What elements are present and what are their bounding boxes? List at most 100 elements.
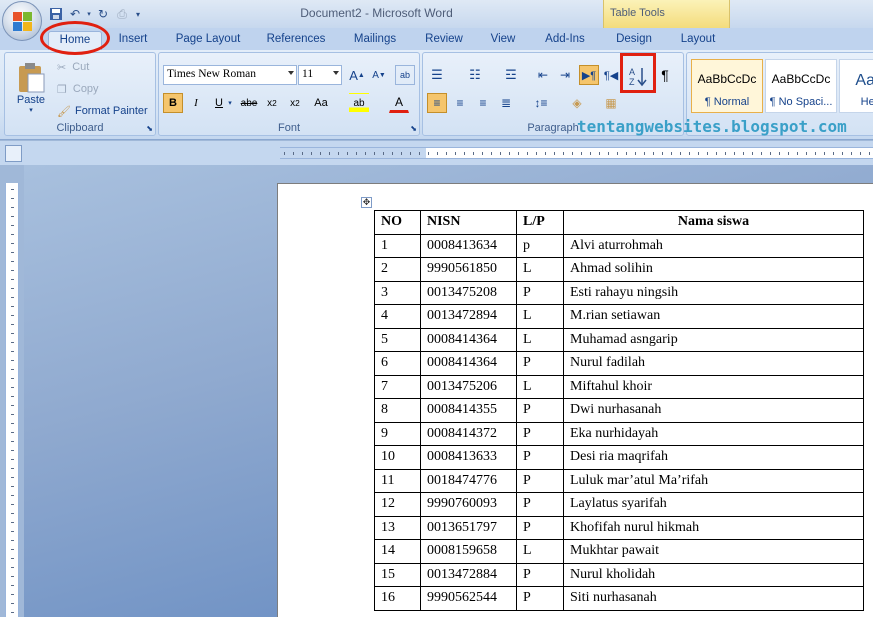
vertical-ruler[interactable] xyxy=(5,183,19,617)
cell-no[interactable]: 1 xyxy=(374,233,421,258)
cell-nisn[interactable]: 9990562544 xyxy=(420,586,517,611)
cell-nisn[interactable]: 0013475206 xyxy=(420,374,517,399)
cell-lp[interactable]: p xyxy=(516,233,564,258)
cell-no[interactable]: 5 xyxy=(374,327,421,352)
cell-nama[interactable]: Nurul fadilah xyxy=(563,351,864,376)
justify-icon[interactable]: ≣ xyxy=(496,93,516,113)
italic-button[interactable]: I xyxy=(186,93,206,113)
font-color-icon[interactable]: A xyxy=(389,93,409,113)
cell-lp[interactable]: P xyxy=(516,398,564,423)
header-nisn[interactable]: NISN xyxy=(420,210,517,235)
cell-nama[interactable]: Nurul kholidah xyxy=(563,562,864,587)
ltr-paragraph-icon[interactable]: ▶¶ xyxy=(579,65,599,85)
cell-nisn[interactable]: 0008414364 xyxy=(420,327,517,352)
cell-no[interactable]: 8 xyxy=(374,398,421,423)
tab-page-layout[interactable]: Page Layout xyxy=(170,31,246,50)
cell-lp[interactable]: L xyxy=(516,304,564,329)
cell-no[interactable]: 4 xyxy=(374,304,421,329)
cell-nisn[interactable]: 0008159658 xyxy=(420,539,517,564)
align-right-icon[interactable]: ≡ xyxy=(473,93,493,113)
strikethrough-button[interactable]: abe xyxy=(239,93,259,113)
align-left-icon[interactable]: ≡ xyxy=(427,93,447,113)
cell-no[interactable]: 11 xyxy=(374,468,421,493)
horizontal-ruler[interactable] xyxy=(280,147,873,159)
numbering-icon[interactable]: ☷ xyxy=(465,65,485,85)
cell-nama[interactable]: Laylatus syarifah xyxy=(563,492,864,517)
tab-selector-icon[interactable] xyxy=(5,145,22,162)
cell-no[interactable]: 14 xyxy=(374,539,421,564)
cell-no[interactable]: 9 xyxy=(374,421,421,446)
multilevel-list-icon[interactable]: ☲ xyxy=(501,65,521,85)
font-name-combo[interactable]: Times New Roman xyxy=(163,65,297,85)
cell-nisn[interactable]: 0008413633 xyxy=(420,445,517,470)
grow-font-button[interactable]: A ▲ xyxy=(347,65,367,85)
tab-insert[interactable]: Insert xyxy=(110,31,156,50)
cell-nisn[interactable]: 0013472894 xyxy=(420,304,517,329)
cell-nisn[interactable]: 0013472884 xyxy=(420,562,517,587)
sort-icon[interactable]: AZ xyxy=(625,63,651,89)
table-move-handle-icon[interactable]: ✥ xyxy=(361,197,372,208)
cell-no[interactable]: 13 xyxy=(374,515,421,540)
cell-nisn[interactable]: 0008413634 xyxy=(420,233,517,258)
cell-no[interactable]: 12 xyxy=(374,492,421,517)
cell-lp[interactable]: L xyxy=(516,257,564,282)
undo-dropdown-icon[interactable]: ▾ xyxy=(86,6,92,22)
tab-add-ins[interactable]: Add-Ins xyxy=(538,31,592,50)
cell-no[interactable]: 6 xyxy=(374,351,421,376)
cell-lp[interactable]: L xyxy=(516,374,564,399)
style-no-spacing[interactable]: AaBbCcDc ¶ No Spaci... xyxy=(765,59,837,113)
dialog-launcher-icon[interactable]: ⬊ xyxy=(410,124,417,133)
shading-icon[interactable]: ◈ xyxy=(567,93,587,113)
cell-no[interactable]: 3 xyxy=(374,280,421,305)
style-normal[interactable]: AaBbCcDc ¶ Normal xyxy=(691,59,763,113)
change-case-button[interactable]: Aa xyxy=(311,93,331,113)
style-heading[interactable]: AaBbHeadi xyxy=(839,59,873,113)
cell-no[interactable]: 2 xyxy=(374,257,421,282)
cell-lp[interactable]: P xyxy=(516,445,564,470)
format-painter-button[interactable]: 🖌 Format Painter xyxy=(57,101,155,121)
highlight-icon[interactable]: ab xyxy=(349,93,369,113)
cell-nama[interactable]: Siti nurhasanah xyxy=(563,586,864,611)
cell-nama[interactable]: Khofifah nurul hikmah xyxy=(563,515,864,540)
cell-nama[interactable]: Alvi aturrohmah xyxy=(563,233,864,258)
tab-home[interactable]: Home xyxy=(48,31,102,50)
cell-nama[interactable]: Esti rahayu ningsih xyxy=(563,280,864,305)
office-button[interactable] xyxy=(2,1,42,41)
cell-lp[interactable]: P xyxy=(516,492,564,517)
increase-indent-icon[interactable]: ⇥ xyxy=(555,65,575,85)
shrink-font-button[interactable]: A ▼ xyxy=(369,65,389,85)
bold-button[interactable]: B xyxy=(163,93,183,113)
cell-nama[interactable]: Ahmad solihin xyxy=(563,257,864,282)
chevron-down-icon[interactable]: ▾ xyxy=(225,93,235,113)
cell-lp[interactable]: P xyxy=(516,468,564,493)
cell-nisn[interactable]: 0018474776 xyxy=(420,468,517,493)
cell-no[interactable]: 10 xyxy=(374,445,421,470)
cell-nama[interactable]: M.rian setiawan xyxy=(563,304,864,329)
cell-lp[interactable]: P xyxy=(516,515,564,540)
cell-nama[interactable]: Luluk mar’atul Ma’rifah xyxy=(563,468,864,493)
cell-lp[interactable]: L xyxy=(516,539,564,564)
cell-nama[interactable]: Miftahul khoir xyxy=(563,374,864,399)
cell-no[interactable]: 16 xyxy=(374,586,421,611)
tab-view[interactable]: View xyxy=(484,31,522,50)
customize-qat-icon[interactable]: ▾ xyxy=(133,6,143,22)
print-icon[interactable]: ⎙ xyxy=(114,6,130,22)
cell-nama[interactable]: Eka nurhidayah xyxy=(563,421,864,446)
cell-nisn[interactable]: 0008414372 xyxy=(420,421,517,446)
header-no[interactable]: NO xyxy=(374,210,421,235)
paste-button[interactable]: Paste ▾ xyxy=(9,57,53,119)
cell-lp[interactable]: P xyxy=(516,562,564,587)
cell-nama[interactable]: Muhamad asngarip xyxy=(563,327,864,352)
borders-icon[interactable]: ▦ xyxy=(601,93,621,113)
clear-format-icon[interactable]: ab xyxy=(395,65,415,85)
subscript-button[interactable]: x2 xyxy=(262,93,282,113)
cell-nama[interactable]: Mukhtar pawait xyxy=(563,539,864,564)
redo-icon[interactable]: ↻ xyxy=(95,6,111,22)
cell-no[interactable]: 15 xyxy=(374,562,421,587)
tab-mailings[interactable]: Mailings xyxy=(347,31,403,50)
superscript-button[interactable]: x2 xyxy=(285,93,305,113)
align-center-icon[interactable]: ≡ xyxy=(450,93,470,113)
cut-button[interactable]: ✂ Cut xyxy=(57,57,147,77)
cell-lp[interactable]: P xyxy=(516,351,564,376)
cell-nisn[interactable]: 9990760093 xyxy=(420,492,517,517)
